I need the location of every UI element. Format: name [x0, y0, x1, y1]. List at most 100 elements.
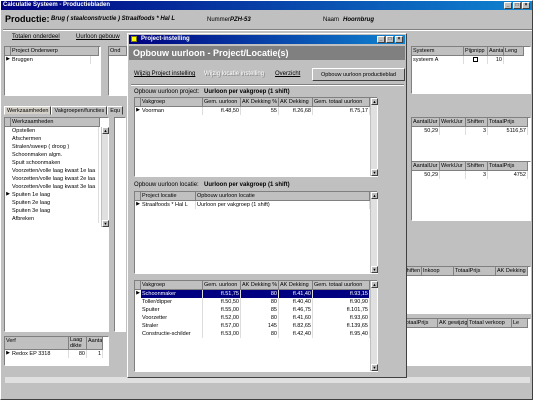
- col-ak-dekking: AK Dekking: [496, 267, 528, 276]
- close-icon[interactable]: ×: [395, 36, 403, 43]
- list-item[interactable]: Spuiten 2e laag: [5, 199, 108, 207]
- project-uurloon-grid[interactable]: Vakgroep Gem. uurloon AK Dekking % AK De…: [134, 97, 378, 177]
- col-ak-dekking-pct: AK Dekking %: [241, 98, 279, 107]
- col-project-locatie: Project locatie: [141, 192, 196, 201]
- col-ak-dekking-pct: AK Dekking %: [241, 281, 279, 290]
- table-row[interactable]: ▶ Voorman fl.48,50 55 fl.26,68 fl.75,17: [135, 107, 377, 115]
- tab-werkzaamheden[interactable]: Werkzaamheden: [4, 106, 52, 115]
- ak-dekking-cell: fl.82,65: [279, 322, 313, 330]
- project-instelling-dialog: Project-instelling _ □ × Opbouw uurloon …: [127, 33, 407, 378]
- bg-grid-2[interactable]: [114, 117, 126, 332]
- table-row[interactable]: Toller/dipper fl.50,50 80 fl.40,40 fl.90…: [135, 298, 377, 306]
- inkoop-grid[interactable]: Shiften Inkoop TotaalPrijs AK Dekking: [401, 266, 531, 314]
- systeem-cell: systeem A: [412, 56, 464, 64]
- tab-equ[interactable]: Equ: [107, 106, 124, 115]
- project-onderwerp-grid[interactable]: Project Onderwerp ▶ Bruggen: [4, 46, 101, 96]
- pijpnipp-checkbox[interactable]: [464, 56, 488, 64]
- totalen-onderdeel-link[interactable]: Totalen onderdeel: [12, 34, 60, 40]
- locatie-uurloon-grid[interactable]: Vakgroep Gem. uurloon AK Dekking % AK De…: [134, 280, 378, 372]
- overzicht-link[interactable]: Overzicht: [275, 71, 300, 77]
- table-row[interactable]: 50,29 3 5116,57: [412, 127, 530, 135]
- list-item[interactable]: Spuit schoonmaken: [5, 159, 108, 167]
- project-onderwerp-header: Project Onderwerp: [11, 47, 99, 56]
- list-item[interactable]: Spuiten 3e laag: [5, 207, 108, 215]
- locatie-scrollbar[interactable]: ▲ ▼: [370, 192, 378, 273]
- list-item[interactable]: Stralen/sweep ( droog ): [5, 143, 108, 151]
- scroll-down-icon[interactable]: ▼: [371, 266, 378, 273]
- gem-totaal-cell: fl.93,15: [313, 290, 370, 298]
- bg-grid-1[interactable]: Ond: [108, 46, 128, 96]
- maximize-icon[interactable]: □: [386, 36, 394, 43]
- list-item[interactable]: Voorzetten/volle laag kwast 1e laa: [5, 167, 108, 175]
- ak-dekking-pct-cell: 145: [241, 322, 279, 330]
- werkzaamheden-scrollbar[interactable]: ▲ ▼: [101, 127, 109, 227]
- systeem-grid[interactable]: Systeem Pijpnipp Aantal Leng systeem A 1…: [411, 46, 531, 94]
- gem-uurloon-cell: fl.48,50: [203, 107, 241, 115]
- scroll-down-icon[interactable]: ▼: [102, 220, 109, 227]
- nummer-label: Nummer: [207, 17, 231, 23]
- shiften-cell: 3: [466, 127, 488, 135]
- list-item[interactable]: Afschermen: [5, 135, 108, 143]
- table-row[interactable]: ▶ Redox EP 3318 80 1: [5, 350, 108, 358]
- table-row[interactable]: systeem A 10: [412, 56, 530, 64]
- verkoop-grid[interactable]: TotaalPrijs AK gewijzigd Totaal verkoop …: [401, 318, 531, 366]
- uurloon-gebouw-link[interactable]: Uurloon gebouw: [76, 34, 120, 40]
- close-icon[interactable]: ×: [522, 2, 530, 9]
- verf-grid[interactable]: Verf Laag dikte Aantal ▶ Redox EP 3318 8…: [4, 336, 109, 366]
- dialog-heading: Opbouw uurloon - Project/Locatie(s): [133, 48, 289, 58]
- minimize-icon[interactable]: _: [504, 2, 512, 9]
- list-item[interactable]: Schoonmaken algm.: [5, 151, 108, 159]
- wijzig-project-link[interactable]: Wijzig Project instelling: [134, 71, 195, 77]
- scroll-down-icon[interactable]: ▼: [371, 169, 378, 176]
- werkzaamheid-cell: Spuiten 3e laag: [11, 207, 99, 215]
- totaalprijs-cell: 4752: [488, 171, 528, 179]
- werkzaamheid-cell: Afbreken: [11, 215, 99, 223]
- maximize-icon[interactable]: □: [513, 2, 521, 9]
- locatie-uurloon-scrollbar[interactable]: ▲ ▼: [370, 281, 378, 371]
- werkzaamheden-grid[interactable]: Werkzaamheden Opstellen Afschermen Stral…: [4, 117, 109, 332]
- scroll-up-icon[interactable]: ▲: [102, 127, 109, 134]
- werkuur-cell: [440, 127, 466, 135]
- wijzig-locatie-link: Wijzig locatie instelling: [204, 71, 265, 77]
- col-ak-dekking: AK Dekking: [279, 281, 313, 290]
- table-row[interactable]: ▶ Straalfoods * Hal L Uurloon per vakgro…: [135, 201, 377, 209]
- gem-totaal-cell: fl.93,60: [313, 314, 370, 322]
- ak-dekking-cell: fl.46,75: [279, 306, 313, 314]
- table-row[interactable]: ▶ Bruggen: [5, 56, 100, 64]
- table-row[interactable]: Straler fl.57,00 145 fl.82,65 fl.139,65: [135, 322, 377, 330]
- list-item[interactable]: ▶ Spuiten 1e laag: [5, 191, 108, 199]
- locatie-grid[interactable]: Project locatie Opbouw uurloon locatie ▶…: [134, 191, 378, 274]
- col-gem-totaal: Gem. totaal uurloon: [313, 281, 370, 290]
- table-row[interactable]: Voorzetter fl.52,00 80 fl.41,60 fl.93,60: [135, 314, 377, 322]
- scroll-down-icon[interactable]: ▼: [371, 364, 378, 371]
- scroll-up-icon[interactable]: ▲: [371, 192, 378, 199]
- ak-dekking-cell: fl.42,40: [279, 330, 313, 338]
- list-item[interactable]: Afbreken: [5, 215, 108, 223]
- col-gem-totaal: Gem. totaal uurloon: [313, 98, 370, 107]
- section1-title: Uurloon per vakgroep (1 shift): [204, 89, 290, 95]
- ak-dekking-pct-cell: 80: [241, 330, 279, 338]
- dialog-title: Project-instelling: [141, 36, 190, 42]
- project-uurloon-scrollbar[interactable]: ▲ ▼: [370, 98, 378, 176]
- scroll-up-icon[interactable]: ▲: [371, 281, 378, 288]
- list-item[interactable]: Voorzetten/volle laag kwast 3e laa: [5, 183, 108, 191]
- table-row[interactable]: ▶ Schoonmaker fl.51,75 80 fl.41,40 fl.93…: [135, 290, 377, 298]
- opbouw-productieblad-button[interactable]: Opbouw uurloon productieblad: [312, 68, 405, 81]
- aantal-cell: 1: [87, 350, 103, 358]
- gem-totaal-cell: fl.90,90: [313, 298, 370, 306]
- table-row[interactable]: 50,29 3 4752: [412, 171, 530, 179]
- uren-grid-2[interactable]: AantalUur WerkUur Shiften TotaalPrijs 50…: [411, 161, 531, 221]
- gem-totaal-cell: fl.139,65: [313, 322, 370, 330]
- col-totaalprijs: TotaalPrijs: [402, 319, 438, 328]
- scroll-up-icon[interactable]: ▲: [371, 98, 378, 105]
- col-aantaluur: AantalUur: [412, 118, 440, 127]
- table-row[interactable]: Constructie-schilder fl.53,00 80 fl.42,4…: [135, 330, 377, 338]
- col-vakgroep: Vakgroep: [141, 281, 203, 290]
- verf-cell: Redox EP 3318: [11, 350, 69, 358]
- table-row[interactable]: Spuiter fl.55,00 85 fl.46,75 fl.101,75: [135, 306, 377, 314]
- tab-vakgroepen[interactable]: Vakgroepen/functies: [51, 106, 108, 115]
- minimize-icon[interactable]: _: [377, 36, 385, 43]
- gem-uurloon-cell: fl.53,00: [203, 330, 241, 338]
- list-item[interactable]: Opstellen: [5, 127, 108, 135]
- list-item[interactable]: Voorzetten/volle laag kwast 2e laa: [5, 175, 108, 183]
